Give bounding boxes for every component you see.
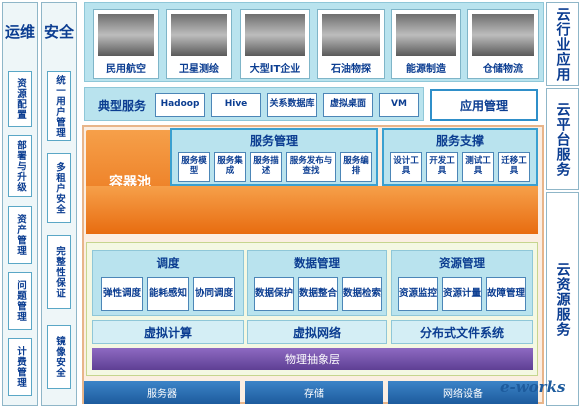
service-virtual-desktop: 虚拟桌面	[323, 93, 373, 117]
industry-label: 大型IT企业	[249, 64, 301, 75]
industry-label: 石油物探	[331, 64, 371, 75]
ops-title: 运维	[4, 22, 35, 41]
data-management-box: 数据管理 数据保护 数据整合 数据检索	[247, 250, 387, 316]
btn-energy-awareness: 能耗感知	[147, 277, 189, 311]
ops-item-asset-management: 资产管理	[8, 206, 32, 264]
industry-label: 能源制造	[406, 64, 446, 75]
btn-service-integration: 服务集成	[214, 152, 246, 182]
ops-column: 运维 资源配置 部署与升级 资产管理 问题管理 计费管理	[2, 2, 38, 406]
container-pool-band	[86, 186, 538, 234]
resource-management-title: 资源管理	[439, 256, 485, 270]
industry-large-it: 大型IT企业	[240, 9, 310, 79]
server-rack-icon	[245, 14, 305, 56]
ops-item-resource-config: 资源配置	[8, 71, 32, 127]
factory-icon	[396, 14, 456, 56]
warehouse-icon	[472, 14, 534, 56]
service-management-box: 服务管理 服务模型 服务集成 服务描述 服务发布与查找 服务编排	[170, 128, 378, 186]
industry-civil-aviation: 民用航空	[93, 9, 159, 79]
typical-services-title: 典型服务	[97, 98, 146, 113]
app-management-box: 应用管理	[430, 89, 538, 121]
btn-design-tool: 设计工具	[390, 152, 422, 182]
btn-service-orchestration: 服务编排	[340, 152, 372, 182]
industry-label: 卫星测绘	[179, 64, 219, 75]
industry-panel: 民用航空 卫星测绘 大型IT企业 石油物探 能源制造 仓储物流	[84, 2, 544, 82]
btn-data-protection: 数据保护	[254, 277, 294, 311]
industry-label: 仓储物流	[483, 64, 523, 75]
service-vm: VM	[379, 93, 419, 117]
ops-item-billing-management: 计费管理	[8, 338, 32, 396]
ops-item-deploy-upgrade: 部署与升级	[8, 135, 32, 197]
service-relational-db: 关系数据库	[267, 93, 317, 117]
hardware-storage: 存储	[245, 381, 383, 404]
resource-management-box: 资源管理 资源监控 资源计量 故障管理	[391, 250, 533, 316]
eworks-logo: e-works	[500, 378, 566, 396]
data-management-title: 数据管理	[294, 256, 340, 270]
satellite-icon	[171, 14, 227, 56]
distributed-file-system: 分布式文件系统	[391, 320, 533, 344]
btn-fault-management: 故障管理	[486, 277, 526, 311]
security-item-image-security: 镜像安全	[47, 325, 71, 389]
btn-dev-tool: 开发工具	[426, 152, 458, 182]
btn-migration-tool: 迁移工具	[498, 152, 530, 182]
security-item-multi-tenant: 多租户安全	[47, 153, 71, 223]
service-support-title: 服务支撑	[435, 133, 484, 148]
service-management-title: 服务管理	[249, 133, 298, 148]
scheduling-title: 调度	[156, 256, 180, 270]
virtual-network: 虚拟网络	[247, 320, 387, 344]
industry-satellite-mapping: 卫星测绘	[166, 9, 232, 79]
scheduling-box: 调度 弹性调度 能耗感知 协同调度	[92, 250, 244, 316]
btn-service-publish-find: 服务发布与查找	[286, 152, 336, 182]
label-cloud-platform-service: 云平台服务	[546, 88, 579, 190]
security-item-integrity: 完整性保证	[47, 235, 71, 309]
btn-data-integration: 数据整合	[298, 277, 338, 311]
security-column: 安全 统一用户管理 多租户安全 完整性保证 镜像安全	[41, 2, 77, 406]
service-support-box: 服务支撑 设计工具 开发工具 测试工具 迁移工具	[382, 128, 538, 186]
label-cloud-industry-app: 云行业应用	[546, 2, 579, 86]
security-item-unified-user: 统一用户管理	[47, 71, 71, 141]
oil-rig-icon	[322, 14, 380, 56]
service-hadoop: Hadoop	[155, 93, 205, 117]
service-hive: Hive	[211, 93, 261, 117]
industry-warehouse-logistics: 仓储物流	[467, 9, 539, 79]
btn-collaborative-scheduling: 协同调度	[193, 277, 235, 311]
security-title: 安全	[43, 22, 74, 41]
industry-oil-exploration: 石油物探	[317, 9, 385, 79]
btn-data-retrieval: 数据检索	[342, 277, 382, 311]
btn-resource-metering: 资源计量	[442, 277, 482, 311]
airplane-icon	[98, 14, 154, 56]
typical-services-panel: 典型服务 Hadoop Hive 关系数据库 虚拟桌面 VM	[84, 87, 424, 121]
physical-abstraction-layer: 物理抽象层	[92, 348, 533, 370]
industry-label: 民用航空	[106, 64, 146, 75]
btn-service-description: 服务描述	[250, 152, 282, 182]
label-cloud-resource-service: 云资源服务	[546, 192, 579, 406]
hardware-servers: 服务器	[84, 381, 240, 404]
btn-service-model: 服务模型	[178, 152, 210, 182]
btn-resource-monitoring: 资源监控	[398, 277, 438, 311]
industry-energy-manufacturing: 能源制造	[391, 9, 461, 79]
btn-elastic-scheduling: 弹性调度	[101, 277, 143, 311]
btn-test-tool: 测试工具	[462, 152, 494, 182]
virtual-compute: 虚拟计算	[92, 320, 244, 344]
ops-item-issue-management: 问题管理	[8, 272, 32, 330]
